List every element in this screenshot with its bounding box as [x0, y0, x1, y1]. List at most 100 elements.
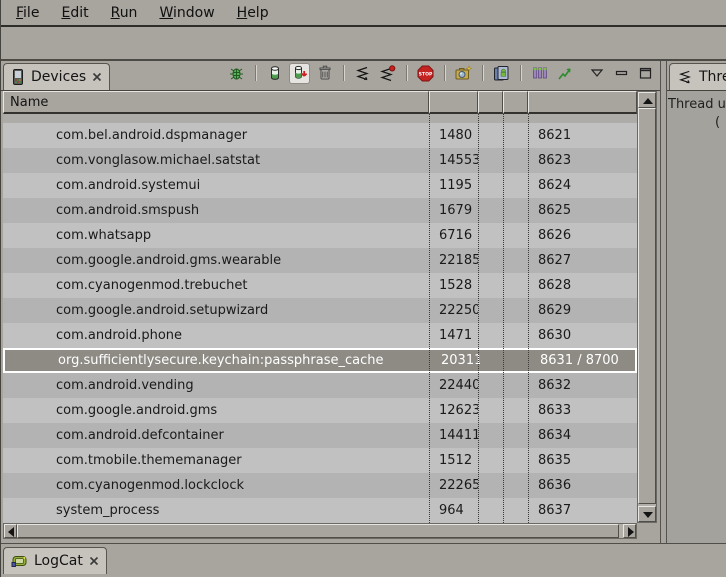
table-row[interactable]: com.whatsapp67168626	[3, 223, 637, 248]
up-arrow-icon	[643, 98, 653, 104]
close-icon[interactable]	[89, 556, 99, 566]
column-header[interactable]	[429, 91, 478, 114]
toolbar-separator	[406, 65, 407, 81]
cell-pid: 1679	[429, 203, 478, 218]
cell-name: com.google.android.gms.wearable	[3, 253, 429, 268]
column-header[interactable]	[478, 91, 503, 114]
vertical-scrollbar[interactable]	[637, 91, 657, 523]
scroll-up-button[interactable]	[638, 92, 656, 108]
menu-bar: FileEditRunWindowHelp	[1, 0, 726, 27]
cell-port: 8637	[528, 503, 637, 518]
debug-icon[interactable]	[227, 64, 246, 83]
table-row-selected[interactable]: org.sufficientlysecure.keychain:passphra…	[3, 348, 637, 373]
devices-content: Name com.bel.android.dspmanager14808621c…	[1, 91, 660, 543]
threads-tabbar: Threads	[667, 61, 726, 91]
devices-panel: Devices STOP Name com.bel.android.dspman…	[1, 61, 661, 543]
column-header-name[interactable]: Name	[3, 91, 429, 114]
update-threads-icon[interactable]	[353, 64, 372, 83]
devices-tabbar: Devices STOP	[1, 61, 660, 91]
cell-pid: 12623	[429, 403, 478, 418]
table-row[interactable]: com.google.android.setupwizard22250 8629	[3, 298, 637, 323]
menu-item-window[interactable]: Window	[148, 4, 225, 21]
scroll-right-button[interactable]	[623, 524, 636, 538]
cell-name: com.cyanogenmod.lockclock	[3, 478, 429, 493]
table-row[interactable]: com.tmobile.thememanager15128635	[3, 448, 637, 473]
threads-tab-icon	[677, 69, 693, 85]
tab-threads[interactable]: Threads	[669, 63, 726, 90]
cell-name: org.sufficientlysecure.keychain:passphra…	[5, 353, 431, 368]
cell-pid: 20311	[431, 353, 480, 368]
down-arrow-icon	[643, 512, 653, 518]
table-row[interactable]: system_process964 8637	[3, 498, 637, 523]
cause-gc-icon[interactable]	[315, 64, 334, 83]
tab-devices[interactable]: Devices	[3, 63, 110, 90]
table-row[interactable]: com.android.smspush1679 8625	[3, 198, 637, 223]
hierarchy-view-icon[interactable]	[530, 64, 549, 83]
table-row-partial[interactable]	[3, 114, 637, 123]
cell-port: 8625	[528, 203, 637, 218]
table-row[interactable]: com.google.android.gms.wearable22185 8627	[3, 248, 637, 273]
horizontal-scrollbar[interactable]	[3, 523, 637, 539]
toolbar-strip	[1, 27, 726, 61]
scroll-down-button[interactable]	[638, 506, 656, 522]
toolbar-separator	[255, 65, 256, 81]
menu-item-run[interactable]: Run	[100, 4, 149, 21]
cell-pid: 964	[429, 503, 478, 518]
cell-name: com.google.android.setupwizard	[3, 303, 429, 318]
table-row[interactable]: com.android.vending224408632	[3, 373, 637, 398]
maximize-icon[interactable]	[639, 67, 652, 79]
vertical-scrollbar-thumb[interactable]	[638, 108, 656, 504]
toolbar-separator	[343, 65, 344, 81]
screen-capture-icon[interactable]	[492, 64, 511, 83]
table-row[interactable]: com.cyanogenmod.lockclock222658636	[3, 473, 637, 498]
table-row[interactable]: com.android.systemui11958624	[3, 173, 637, 198]
stop-process-icon[interactable]: STOP	[416, 64, 435, 83]
method-profiling-icon[interactable]	[378, 64, 397, 83]
cell-pid: 14553	[429, 153, 478, 168]
menu-item-edit[interactable]: Edit	[50, 4, 99, 21]
cell-pid: 1195	[429, 178, 478, 193]
update-heap-icon[interactable]	[265, 64, 284, 83]
cell-port: 8633	[528, 403, 637, 418]
sysinfo-icon[interactable]	[555, 64, 574, 83]
table-row[interactable]: com.cyanogenmod.trebuchet15288628	[3, 273, 637, 298]
scroll-left-button[interactable]	[4, 524, 17, 538]
logcat-icon	[11, 553, 28, 569]
menu-item-help[interactable]: Help	[226, 4, 280, 21]
column-header[interactable]	[528, 91, 637, 114]
svg-text:STOP: STOP	[419, 71, 433, 77]
cell-pid: 22250	[429, 303, 478, 318]
tab-devices-label: Devices	[30, 69, 87, 85]
tab-threads-label: Threads	[698, 69, 726, 85]
cell-port: 8627	[528, 253, 637, 268]
horizontal-scrollbar-thumb[interactable]	[17, 524, 619, 538]
cell-port: 8635	[528, 453, 637, 468]
cell-name: system_process	[3, 503, 429, 518]
cell-pid: 1471	[429, 328, 478, 343]
table-header: Name	[3, 91, 637, 114]
table-row[interactable]: com.bel.android.dspmanager14808621	[3, 123, 637, 148]
phone-icon	[11, 69, 25, 85]
menu-item-file[interactable]: File	[5, 4, 50, 21]
cell-pid: 22185	[429, 253, 478, 268]
minimize-icon[interactable]	[615, 68, 628, 78]
cell-pid: 1512	[429, 453, 478, 468]
cell-port: 8630	[528, 328, 637, 343]
tab-logcat[interactable]: LogCat	[3, 547, 107, 574]
column-header[interactable]	[503, 91, 528, 114]
cell-pid: 22440	[429, 378, 478, 393]
left-arrow-icon	[8, 527, 14, 537]
table-row[interactable]: com.vonglasow.michael.satstat145538623	[3, 148, 637, 173]
threads-hint-line1: Thread up	[667, 91, 726, 112]
cell-port: 8624	[528, 178, 637, 193]
cell-port: 8629	[528, 303, 637, 318]
screenshot-icon[interactable]	[454, 64, 473, 83]
cell-pid: 1528	[429, 278, 478, 293]
table-row[interactable]: com.google.android.gms126238633	[3, 398, 637, 423]
cell-name: com.android.smspush	[3, 203, 429, 218]
table-row[interactable]: com.android.phone14718630	[3, 323, 637, 348]
dump-hprof-icon[interactable]	[290, 64, 309, 83]
table-row[interactable]: com.android.defcontainer144118634	[3, 423, 637, 448]
view-menu-icon[interactable]	[590, 68, 604, 78]
close-icon[interactable]	[92, 72, 102, 82]
